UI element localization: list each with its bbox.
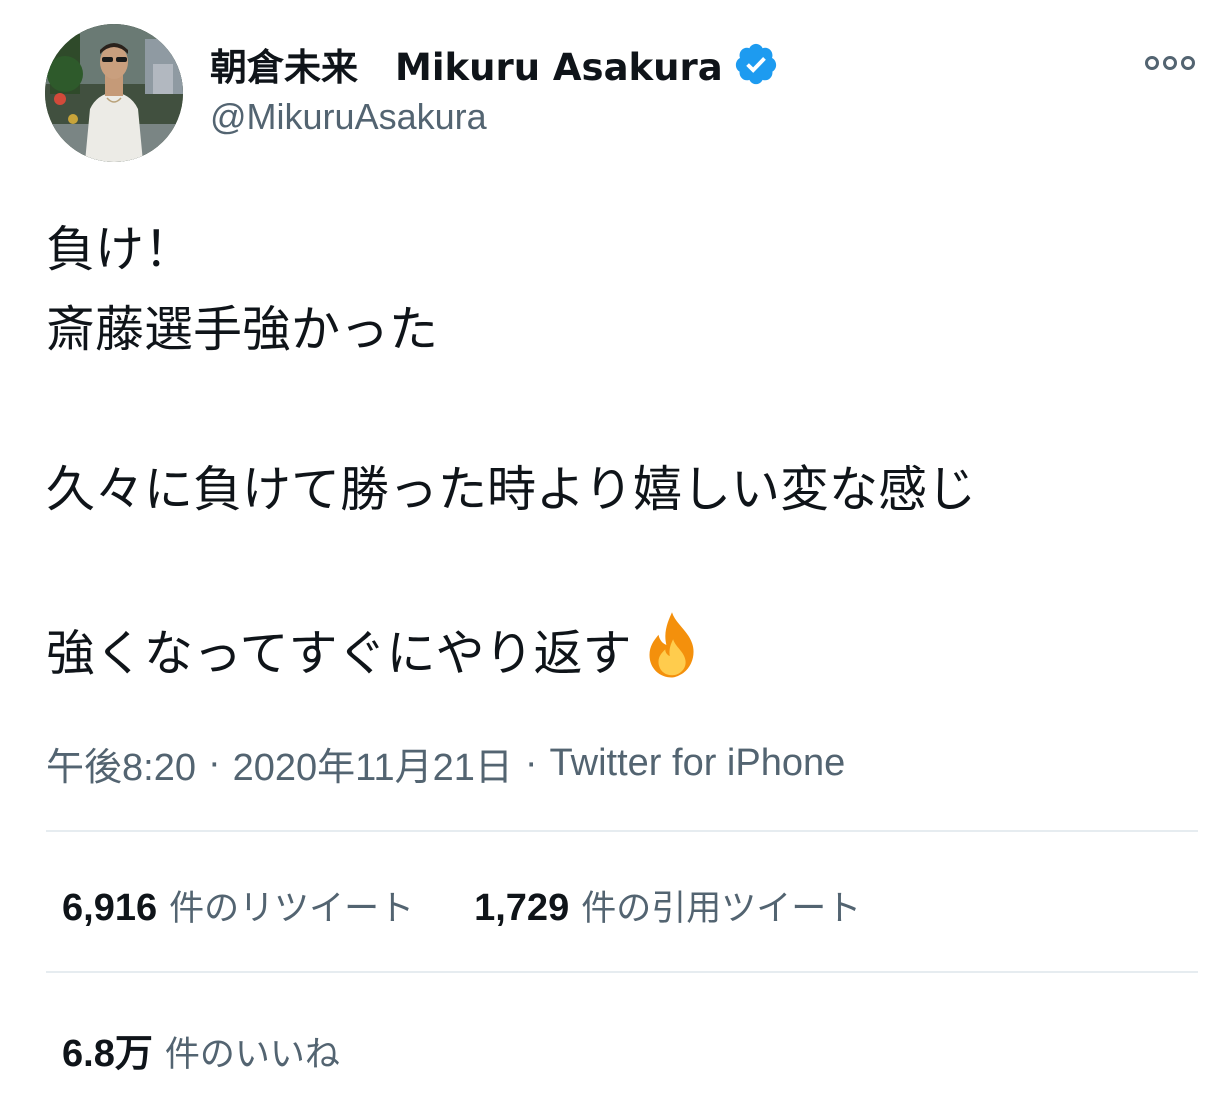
meta-separator: · (207, 742, 221, 784)
stats-row-likes: 6.8万 件のいいね (62, 1022, 340, 1077)
divider (46, 830, 1198, 832)
tweet-time[interactable]: 午後8:20 (46, 736, 196, 791)
tweet-text: 負け！ 斎藤選手強かった 久々に負けて勝った時より嬉しい変な感じ 強くなってすぐ… (46, 210, 1196, 690)
tweet-source[interactable]: Twitter for iPhone (550, 742, 846, 785)
display-name-row[interactable]: 朝倉未来 Mikuru Asakura (210, 38, 779, 90)
divider (46, 971, 1198, 973)
user-handle[interactable]: @MikuruAsakura (210, 96, 487, 138)
likes-stat[interactable]: 6.8万 件のいいね (62, 1022, 340, 1077)
retweets-stat[interactable]: 6,916 件のリツイート (62, 880, 414, 931)
avatar-photo (45, 24, 183, 162)
quotes-stat[interactable]: 1,729 件の引用ツイート (474, 880, 861, 931)
stats-row-shares: 6,916 件のリツイート 1,729 件の引用ツイート (62, 880, 861, 931)
verified-badge-icon (735, 43, 776, 85)
tweet-detail: 朝倉未来 Mikuru Asakura @MikuruAsakura 負け！ 斎… (0, 0, 1232, 1111)
like-count: 6.8万 (62, 1033, 153, 1075)
tweet-line: 斎藤選手強かった (46, 301, 439, 358)
like-label: 件のいいね (164, 1035, 340, 1075)
retweet-count: 6,916 (62, 887, 158, 929)
tweet-date[interactable]: 2020年11月21日 (233, 736, 513, 791)
quote-count: 1,729 (474, 887, 570, 929)
retweet-label: 件のリツイート (169, 889, 415, 929)
quote-label: 件の引用ツイート (581, 889, 862, 929)
tweet-meta: 午後8:20 · 2020年11月21日 · Twitter for iPhon… (46, 736, 845, 791)
tweet-line: 久々に負けて勝った時より嬉しい変な感じ (46, 461, 977, 518)
more-options-icon[interactable] (1140, 42, 1200, 82)
display-name[interactable]: 朝倉未来 Mikuru Asakura (210, 37, 723, 91)
tweet-line: 負け！ (46, 221, 194, 278)
tweet-line-text: 強くなってすぐにやり返す (46, 625, 632, 682)
meta-separator: · (524, 742, 538, 784)
tweet-line-last: 強くなってすぐにやり返す (46, 610, 1196, 690)
avatar[interactable] (45, 24, 183, 162)
fire-icon (649, 612, 694, 678)
